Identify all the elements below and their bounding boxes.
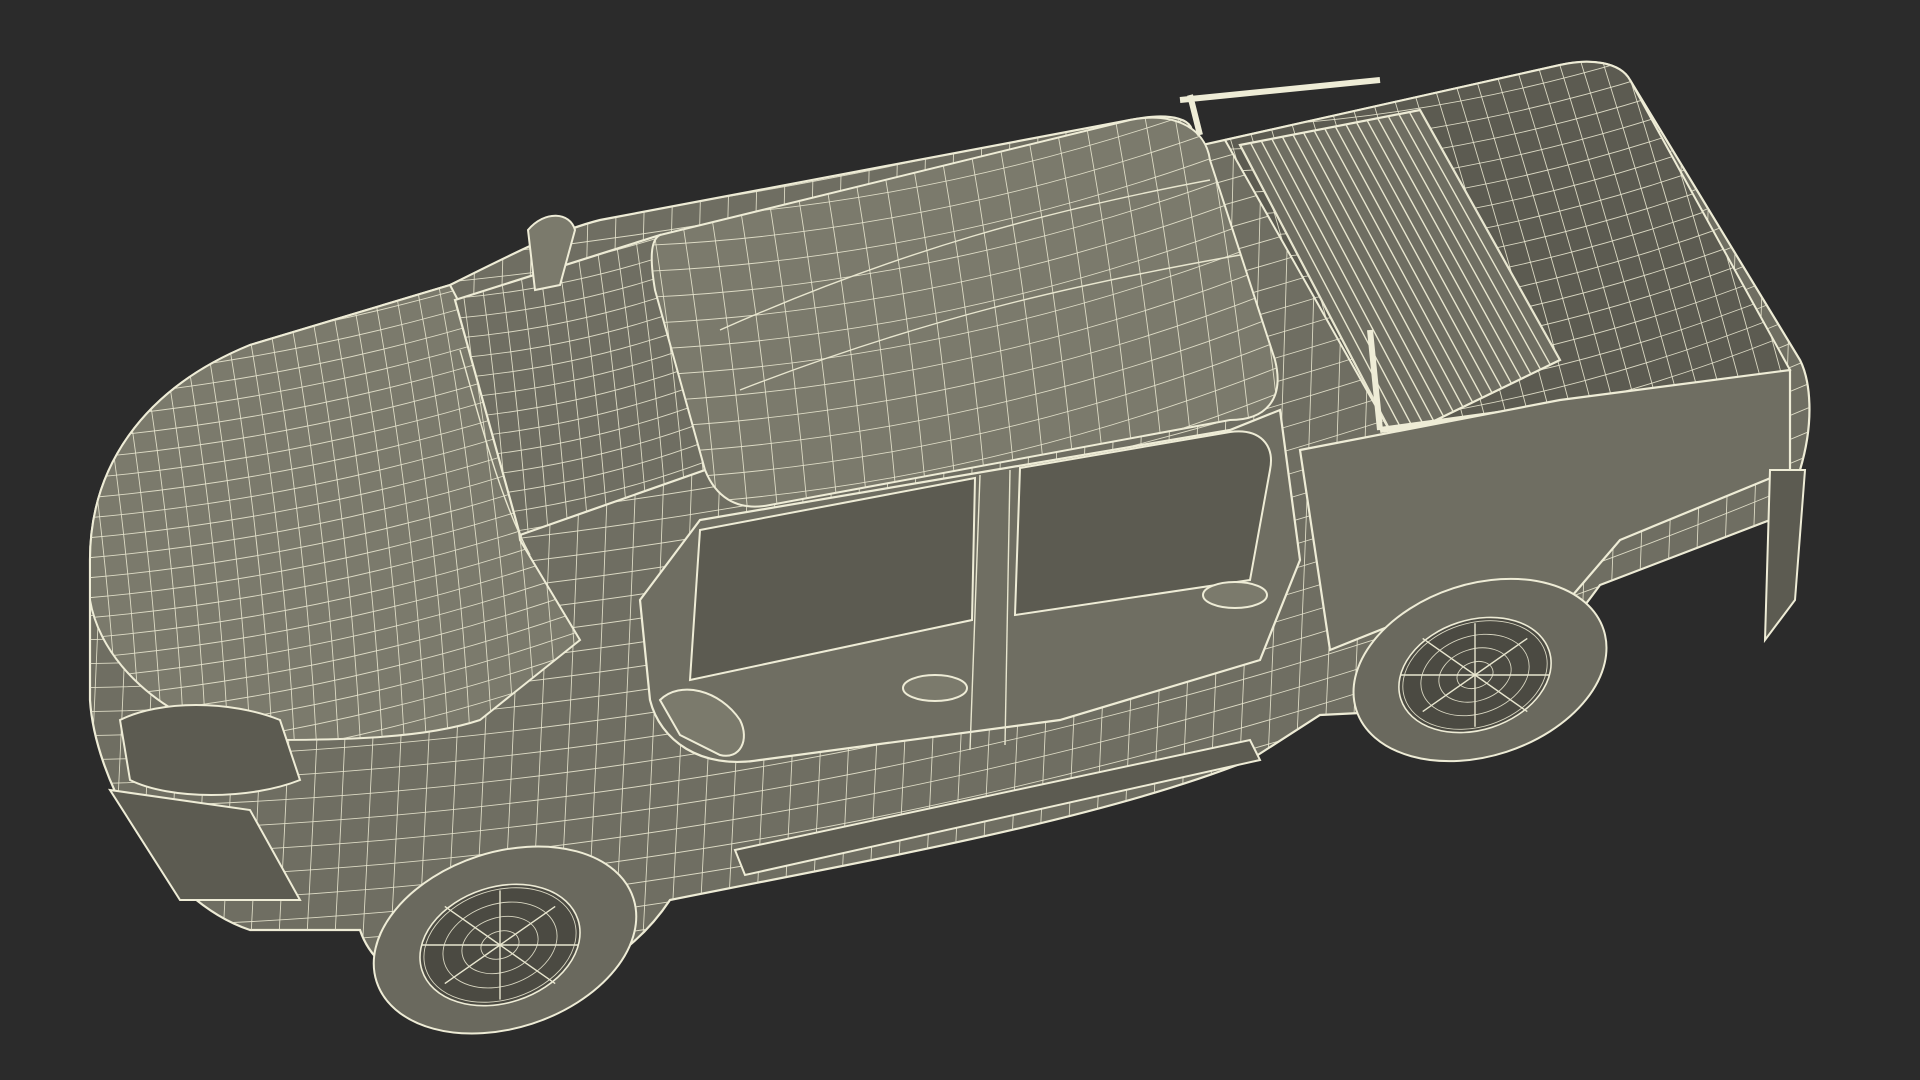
mesh-line xyxy=(1727,61,1769,996)
mesh-line xyxy=(1699,61,1741,996)
mesh-line xyxy=(48,40,88,1060)
mesh-line xyxy=(60,0,1850,40)
mesh-line xyxy=(90,61,1810,65)
front-door-handle xyxy=(902,674,968,702)
tailgate-edge xyxy=(1763,469,1807,644)
mesh-line xyxy=(1794,40,1914,460)
render-viewport xyxy=(0,0,1920,1080)
mesh-line xyxy=(20,40,60,1060)
wireframe-model xyxy=(20,0,1920,1060)
mesh-line xyxy=(1816,40,1920,460)
mesh-line xyxy=(430,136,720,200)
headlight xyxy=(118,704,302,796)
mesh-line xyxy=(1200,0,1820,40)
rear-door-handle xyxy=(1202,581,1268,609)
mesh-line xyxy=(1225,61,1790,63)
mesh-line xyxy=(630,0,1300,90)
mesh-line xyxy=(1225,61,1790,85)
